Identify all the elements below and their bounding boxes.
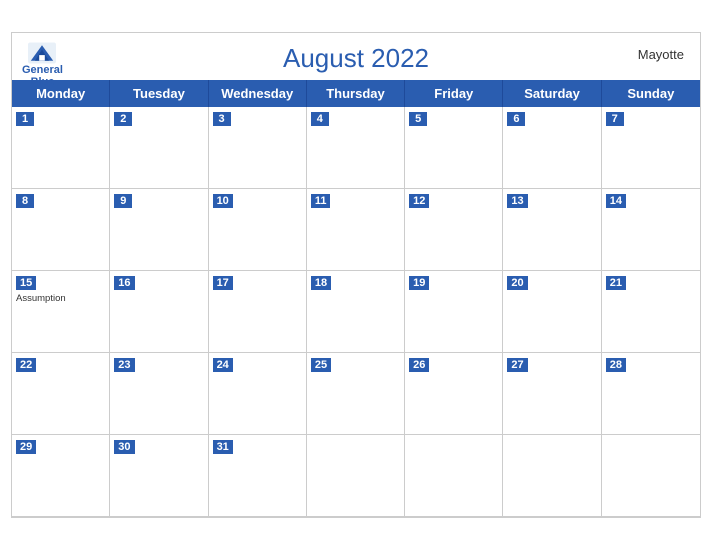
logo: General Blue [22,41,63,88]
date-number: 29 [16,440,36,454]
date-number: 23 [114,358,134,372]
logo-icon [28,42,56,64]
date-number: 10 [213,194,233,208]
calendar-cell: 17 [209,271,307,353]
date-number: 1 [16,112,34,126]
calendar-cell: 11 [307,189,405,271]
date-number: 22 [16,358,36,372]
calendar-cell: 23 [110,353,208,435]
calendar-cell: 20 [503,271,601,353]
calendar-cell [602,435,700,517]
day-header-friday: Friday [405,80,503,107]
day-header-tuesday: Tuesday [110,80,208,107]
date-number: 6 [507,112,525,126]
calendar-cell: 18 [307,271,405,353]
calendar-title: August 2022 [28,43,684,74]
day-header-sunday: Sunday [602,80,700,107]
calendar-cell [405,435,503,517]
calendar-cell: 30 [110,435,208,517]
date-number: 4 [311,112,329,126]
date-number: 15 [16,276,36,290]
calendar-cell: 13 [503,189,601,271]
calendar: General Blue August 2022 Mayotte MondayT… [11,32,701,518]
date-number: 12 [409,194,429,208]
calendar-header: General Blue August 2022 Mayotte [12,33,700,80]
calendar-cell: 15 Assumption [12,271,110,353]
date-number: 11 [311,194,331,208]
date-number: 17 [213,276,233,290]
calendar-cell: 12 [405,189,503,271]
calendar-cell: 31 [209,435,307,517]
calendar-cell: 22 [12,353,110,435]
date-number: 7 [606,112,624,126]
calendar-cell: 24 [209,353,307,435]
calendar-region: Mayotte [638,47,684,62]
date-number: 9 [114,194,132,208]
date-number: 18 [311,276,331,290]
calendar-cell [503,435,601,517]
date-number: 3 [213,112,231,126]
logo-text-general: General [22,64,63,76]
day-header-wednesday: Wednesday [209,80,307,107]
calendar-cell: 29 [12,435,110,517]
date-number: 26 [409,358,429,372]
calendar-cell: 2 [110,107,208,189]
date-number: 19 [409,276,429,290]
calendar-grid: 123456789101112131415Assumption161718192… [12,107,700,517]
date-number: 20 [507,276,527,290]
date-number: 24 [213,358,233,372]
calendar-cell: 6 [503,107,601,189]
calendar-cell: 19 [405,271,503,353]
calendar-cell: 27 [503,353,601,435]
calendar-cell: 9 [110,189,208,271]
date-number: 8 [16,194,34,208]
holiday-label: Assumption [16,293,105,304]
date-number: 31 [213,440,233,454]
calendar-cell: 8 [12,189,110,271]
calendar-cell: 1 [12,107,110,189]
calendar-cell: 21 [602,271,700,353]
date-number: 27 [507,358,527,372]
calendar-cell: 16 [110,271,208,353]
date-number: 25 [311,358,331,372]
days-header: MondayTuesdayWednesdayThursdayFridaySatu… [12,80,700,107]
date-number: 2 [114,112,132,126]
date-number: 30 [114,440,134,454]
date-number: 13 [507,194,527,208]
date-number: 5 [409,112,427,126]
date-number: 14 [606,194,626,208]
calendar-cell: 7 [602,107,700,189]
calendar-cell: 10 [209,189,307,271]
calendar-cell: 5 [405,107,503,189]
calendar-cell: 25 [307,353,405,435]
day-header-saturday: Saturday [503,80,601,107]
calendar-cell: 26 [405,353,503,435]
calendar-cell: 4 [307,107,405,189]
calendar-cell: 14 [602,189,700,271]
logo-text-blue: Blue [31,76,55,88]
date-number: 28 [606,358,626,372]
date-number: 21 [606,276,626,290]
calendar-cell [307,435,405,517]
date-number: 16 [114,276,134,290]
calendar-cell: 3 [209,107,307,189]
day-header-thursday: Thursday [307,80,405,107]
calendar-cell: 28 [602,353,700,435]
